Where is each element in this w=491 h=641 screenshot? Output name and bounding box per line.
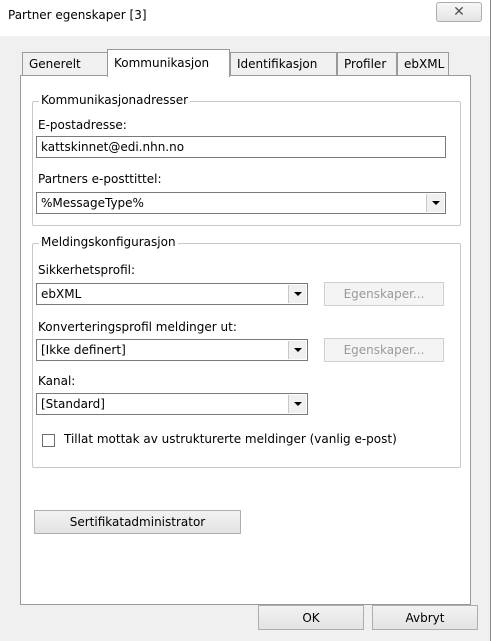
- certificate-admin-button[interactable]: Sertifikatadministrator: [34, 510, 241, 534]
- window-title: Partner egenskaper [3]: [8, 8, 147, 22]
- allow-unstructured-label: Tillat mottak av ustrukturerte meldinger…: [64, 432, 397, 446]
- ok-button[interactable]: OK: [258, 605, 364, 630]
- email-label: E-postadresse:: [38, 118, 127, 132]
- subject-label: Partners e-posttittel:: [38, 172, 162, 186]
- dialog-window: Partner egenskaper [3] ✕ Generelt Kommun…: [0, 0, 491, 641]
- tab-panel-kommunikasjon: Kommunikasjonadresser E-postadresse: kat…: [20, 75, 471, 605]
- channel-label: Kanal:: [38, 374, 76, 388]
- title-bar: Partner egenskaper [3] ✕: [0, 0, 490, 36]
- channel-select[interactable]: [Standard]: [36, 393, 308, 415]
- tab-profiler[interactable]: Profiler: [337, 52, 397, 76]
- allow-unstructured-checkbox[interactable]: [42, 434, 55, 447]
- email-field[interactable]: kattskinnet@edi.nhn.no: [36, 136, 446, 158]
- security-properties-button[interactable]: Egenskaper...: [324, 282, 444, 306]
- tab-generelt[interactable]: Generelt: [22, 52, 108, 76]
- comm-address-legend: Kommunikasjonadresser: [39, 93, 191, 107]
- msg-config-legend: Meldingskonfigurasjon: [39, 235, 178, 249]
- tab-kommunikasjon[interactable]: Kommunikasjon: [107, 49, 230, 77]
- channel-value: [Standard]: [41, 397, 105, 411]
- subject-value: %MessageType%: [41, 196, 144, 210]
- close-button[interactable]: ✕: [436, 2, 482, 22]
- security-profile-value: ebXML: [41, 287, 82, 301]
- close-icon: ✕: [453, 4, 465, 20]
- chevron-down-icon[interactable]: [288, 341, 306, 359]
- conversion-profile-value: [Ikke definert]: [41, 343, 126, 357]
- conversion-profile-select[interactable]: [Ikke definert]: [36, 339, 308, 361]
- conversion-properties-button[interactable]: Egenskaper...: [324, 338, 444, 362]
- security-profile-select[interactable]: ebXML: [36, 283, 308, 305]
- chevron-down-icon[interactable]: [426, 194, 444, 212]
- subject-combo[interactable]: %MessageType%: [36, 192, 446, 214]
- security-profile-label: Sikkerhetsprofil:: [38, 263, 136, 277]
- cancel-button[interactable]: Avbryt: [372, 605, 478, 630]
- conversion-profile-label: Konverteringsprofil meldinger ut:: [38, 320, 237, 334]
- chevron-down-icon[interactable]: [288, 285, 306, 303]
- tab-identifikasjon[interactable]: Identifikasjon: [230, 52, 337, 76]
- tab-ebxml[interactable]: ebXML: [397, 52, 449, 76]
- chevron-down-icon[interactable]: [288, 395, 306, 413]
